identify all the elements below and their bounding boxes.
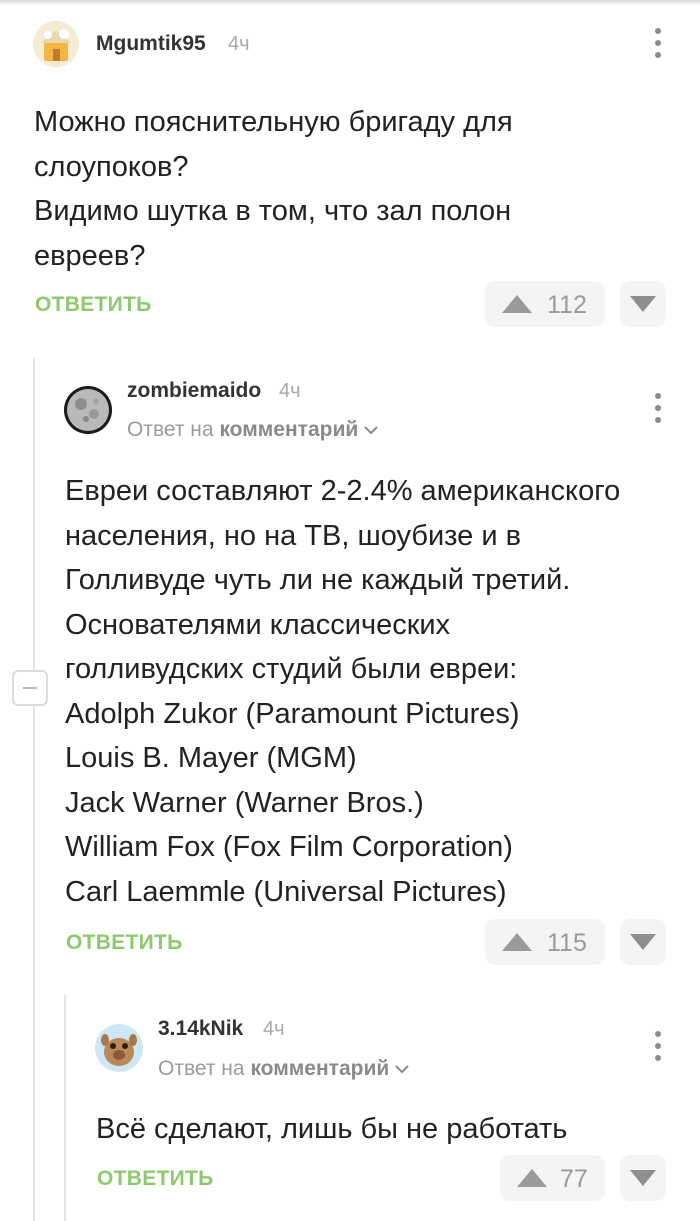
downvote-arrow-icon: [630, 296, 656, 312]
reply-reference[interactable]: Ответ на комментарий: [158, 1057, 409, 1081]
upvote-button[interactable]: 115: [485, 919, 605, 965]
comment-text-line: William Fox (Fox Film Corporation): [65, 831, 513, 863]
minus-icon: [23, 687, 37, 689]
comment-text-line: Основателями классических: [65, 608, 451, 641]
comment-text-line: Евреи составляют 2-2.4% американского: [65, 475, 621, 507]
downvote-button[interactable]: [620, 281, 666, 327]
rating-count: 115: [547, 929, 587, 957]
comment-text-line: слоупоков?: [34, 150, 189, 183]
avatar[interactable]: [95, 1024, 143, 1072]
upvote-button[interactable]: 77: [500, 1155, 605, 1201]
reply-target-link[interactable]: комментарий: [250, 1057, 389, 1080]
reply-prefix: Ответ на: [158, 1057, 245, 1080]
comment-text-line: Carl Laemmle (Universal Pictures): [65, 875, 507, 908]
more-options-icon[interactable]: [648, 391, 668, 425]
reply-button[interactable]: ОТВЕТИТЬ: [35, 293, 152, 317]
reply-button[interactable]: ОТВЕТИТЬ: [97, 1167, 214, 1191]
downvote-button[interactable]: [620, 1155, 666, 1201]
comment-text-line: Можно пояснительную бригаду для: [34, 106, 513, 138]
comment-text: Евреи составляют 2-2.4% американского на…: [65, 469, 620, 914]
comments-page: Mgumtik95 4ч Можно пояснительную бригаду…: [0, 0, 700, 1221]
comment-text-line: евреев?: [34, 239, 146, 272]
more-options-icon[interactable]: [648, 26, 668, 60]
cartoon-house-avatar-icon: [33, 21, 79, 67]
avatar[interactable]: [64, 386, 112, 434]
comment-text-line: Видимо шутка в том, что зал полон: [34, 195, 512, 227]
comment-time: 4ч: [263, 1018, 285, 1040]
comment-text: Можно пояснительную бригаду для слоупоко…: [34, 100, 513, 278]
collapse-thread-button[interactable]: [12, 670, 48, 706]
author-name[interactable]: zombiemaido: [127, 379, 261, 403]
reply-button[interactable]: ОТВЕТИТЬ: [66, 931, 183, 955]
rating-count: 77: [560, 1165, 588, 1193]
upvote-arrow-icon: [517, 1169, 547, 1187]
moon-avatar-icon: [64, 386, 112, 434]
downvote-arrow-icon: [630, 934, 656, 950]
comment-text-line: Голливуде чуть ли не каждый третий.: [65, 564, 571, 596]
reply-prefix: Ответ на: [127, 418, 214, 441]
rating-count: 112: [547, 291, 587, 319]
thread-line-level-1: [33, 358, 35, 1221]
comment-text-line: Jack Warner (Warner Bros.): [65, 786, 424, 819]
upvote-button[interactable]: 112: [485, 281, 605, 327]
comment-text-line: населения, но на ТВ, шоубизе и в: [65, 519, 521, 552]
more-options-icon[interactable]: [648, 1029, 668, 1063]
comment-time: 4ч: [228, 33, 250, 55]
comment-text: Всё сделают, лишь бы не работать: [96, 1107, 567, 1152]
comment-time: 4ч: [279, 380, 301, 402]
top-shadow: [0, 0, 700, 5]
reply-reference[interactable]: Ответ на комментарий: [127, 418, 378, 442]
upvote-arrow-icon: [502, 295, 532, 313]
avatar[interactable]: [33, 21, 79, 67]
downvote-arrow-icon: [630, 1170, 656, 1186]
chevron-down-icon[interactable]: [395, 1065, 409, 1074]
thread-line-level-2: [64, 995, 66, 1221]
comment-text-line: Adolph Zukor (Paramount Pictures): [65, 697, 520, 730]
reply-target-link[interactable]: комментарий: [219, 418, 358, 441]
author-name[interactable]: 3.14kNik: [158, 1017, 243, 1041]
comment-text-line: Всё сделают, лишь бы не работать: [96, 1113, 568, 1145]
author-name[interactable]: Mgumtik95: [96, 32, 206, 56]
comment-text-line: голливудских студий были евреи:: [65, 653, 518, 685]
upvote-arrow-icon: [502, 933, 532, 951]
alf-avatar-icon: [95, 1024, 143, 1072]
chevron-down-icon[interactable]: [364, 426, 378, 435]
downvote-button[interactable]: [620, 919, 666, 965]
comment-text-line: Louis B. Mayer (MGM): [65, 742, 357, 774]
